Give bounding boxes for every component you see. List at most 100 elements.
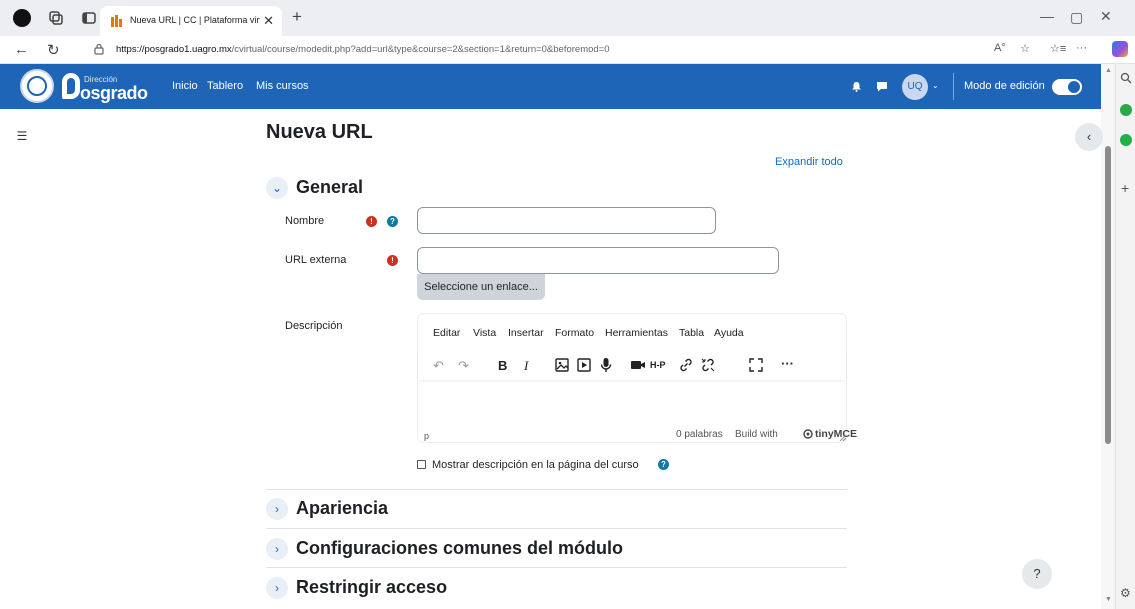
new-tab-button[interactable]: + — [292, 7, 302, 27]
menu-formato[interactable]: Formato — [555, 327, 594, 339]
undo-icon[interactable]: ↶ — [433, 358, 444, 374]
gear-icon[interactable]: ⚙ — [1120, 586, 1131, 600]
video-camera-icon[interactable] — [630, 357, 646, 373]
media-icon[interactable] — [576, 357, 592, 373]
image-icon[interactable] — [554, 357, 570, 373]
nombre-label: Nombre — [285, 215, 325, 227]
microphone-icon[interactable] — [598, 357, 614, 373]
copilot-icon[interactable] — [1112, 41, 1128, 57]
chevron-down-icon[interactable]: ⌄ — [932, 81, 939, 90]
expand-all-link[interactable]: Expandir todo — [775, 156, 843, 168]
editor-menubar: Editar Vista Insertar Formato Herramient… — [418, 314, 846, 350]
course-index-toggle-icon[interactable]: ☰ — [10, 124, 34, 148]
url-input[interactable]: https://posgrado1.uagro.mx/cvirtual/cour… — [84, 39, 1064, 61]
chevron-right-icon[interactable]: › — [266, 577, 288, 599]
logo-p-shape — [62, 73, 80, 99]
help-icon[interactable]: ? — [658, 459, 669, 470]
site-favicon-icon — [111, 15, 122, 27]
nav-link-tablero[interactable]: Tablero — [207, 80, 243, 92]
spotify-icon[interactable] — [1120, 104, 1132, 116]
reload-icon[interactable]: ↻ — [47, 41, 60, 59]
element-path[interactable]: p — [424, 431, 429, 441]
chevron-down-icon[interactable]: ⌄ — [266, 177, 288, 199]
search-icon[interactable] — [1120, 72, 1132, 84]
section-divider — [266, 567, 847, 568]
show-description-checkbox[interactable] — [417, 460, 426, 469]
nombre-input[interactable] — [417, 207, 716, 234]
close-icon[interactable]: ✕ — [263, 13, 274, 29]
required-icon: ! — [387, 255, 398, 266]
restore-icon[interactable]: ▢ — [1070, 9, 1083, 26]
chevron-right-icon[interactable]: › — [266, 538, 288, 560]
page-scrollbar[interactable]: ▲ ▼ — [1101, 64, 1115, 609]
fullscreen-icon[interactable] — [748, 357, 764, 373]
link-icon[interactable] — [678, 357, 694, 373]
section-apariencia-label[interactable]: Apariencia — [296, 498, 388, 519]
help-icon[interactable]: ? — [387, 216, 398, 227]
tab-actions-icon[interactable] — [80, 9, 98, 27]
section-restringir-label[interactable]: Restringir acceso — [296, 577, 447, 598]
favorites-icon[interactable]: ☆≡ — [1050, 42, 1066, 55]
section-general-label[interactable]: General — [296, 177, 363, 198]
back-icon[interactable]: ← — [14, 41, 29, 58]
unlink-icon[interactable] — [700, 357, 716, 373]
browser-tab-active[interactable]: Nueva URL | CC | Plataforma virtu ✕ — [100, 6, 282, 36]
menu-editar[interactable]: Editar — [433, 327, 460, 339]
navbar-divider — [953, 73, 954, 100]
h5p-icon[interactable]: H-P — [650, 360, 666, 370]
more-icon[interactable]: ··· — [781, 356, 794, 371]
url-text: https://posgrado1.uagro.mx/cvirtual/cour… — [116, 44, 610, 55]
workspaces-icon[interactable] — [47, 9, 65, 27]
read-aloud-icon[interactable]: A° — [994, 42, 1006, 54]
posgrado-logo[interactable]: Dirección osgrado — [62, 72, 152, 103]
address-bar: ← ↻ https://posgrado1.uagro.mx/cvirtual/… — [0, 36, 1135, 64]
more-icon[interactable]: ··· — [1076, 42, 1087, 54]
tinymce-logo-icon[interactable] — [803, 429, 813, 439]
url-externa-input[interactable] — [417, 247, 779, 274]
chat-icon[interactable] — [876, 81, 888, 92]
redo-icon[interactable]: ↷ — [458, 358, 469, 374]
favorite-star-icon[interactable]: ☆ — [1020, 42, 1030, 55]
word-count[interactable]: 0 palabras — [676, 429, 723, 440]
section-divider — [266, 528, 847, 529]
block-drawer-toggle-icon[interactable]: ‹ — [1075, 123, 1103, 151]
menu-vista[interactable]: Vista — [473, 327, 496, 339]
tinymce-link[interactable]: tinyMCE — [815, 428, 857, 440]
logo-word: osgrado — [80, 83, 148, 103]
window-close-icon[interactable]: ✕ — [1100, 8, 1112, 25]
nav-link-mis-cursos[interactable]: Mis cursos — [256, 80, 309, 92]
section-configuraciones-label[interactable]: Configuraciones comunes del módulo — [296, 538, 623, 559]
scroll-up-icon[interactable]: ▲ — [1105, 67, 1112, 74]
menu-herramientas[interactable]: Herramientas — [605, 327, 668, 339]
seal-inner — [27, 76, 47, 96]
menu-ayuda[interactable]: Ayuda — [714, 327, 744, 339]
show-description-label[interactable]: Mostrar descripción en la página del cur… — [432, 459, 639, 471]
italic-icon[interactable]: I — [524, 358, 528, 374]
minimize-icon[interactable]: — — [1040, 8, 1054, 24]
lock-icon[interactable] — [94, 43, 104, 55]
menu-insertar[interactable]: Insertar — [508, 327, 544, 339]
menu-tabla[interactable]: Tabla — [679, 327, 704, 339]
add-icon[interactable]: + — [1121, 180, 1129, 196]
user-avatar[interactable]: UQ — [902, 74, 928, 100]
resize-handle-icon[interactable] — [839, 434, 846, 441]
bell-icon[interactable] — [851, 81, 862, 92]
edge-sidebar: + ⚙ — [1115, 64, 1135, 609]
bold-icon[interactable]: B — [498, 358, 507, 373]
nav-link-inicio[interactable]: Inicio — [172, 80, 198, 92]
whatsapp-icon[interactable] — [1120, 134, 1132, 146]
chevron-right-icon[interactable]: › — [266, 498, 288, 520]
edit-mode-label: Modo de edición — [964, 80, 1045, 92]
required-icon: ! — [366, 216, 377, 227]
url-externa-label: URL externa — [285, 254, 347, 266]
editor-content-area[interactable] — [418, 382, 846, 422]
edit-mode-toggle[interactable] — [1052, 79, 1082, 95]
scroll-thumb[interactable] — [1105, 146, 1111, 444]
university-seal-logo[interactable] — [20, 69, 54, 103]
scroll-down-icon[interactable]: ▼ — [1105, 596, 1112, 603]
profile-icon[interactable] — [13, 9, 31, 27]
url-host: https://posgrado1.uagro.mx — [116, 44, 232, 55]
editor-toolbar: ↶ ↷ B I H-P ··· — [418, 350, 846, 380]
choose-link-button[interactable]: Seleccione un enlace... — [417, 274, 545, 300]
help-button[interactable]: ? — [1022, 559, 1052, 589]
